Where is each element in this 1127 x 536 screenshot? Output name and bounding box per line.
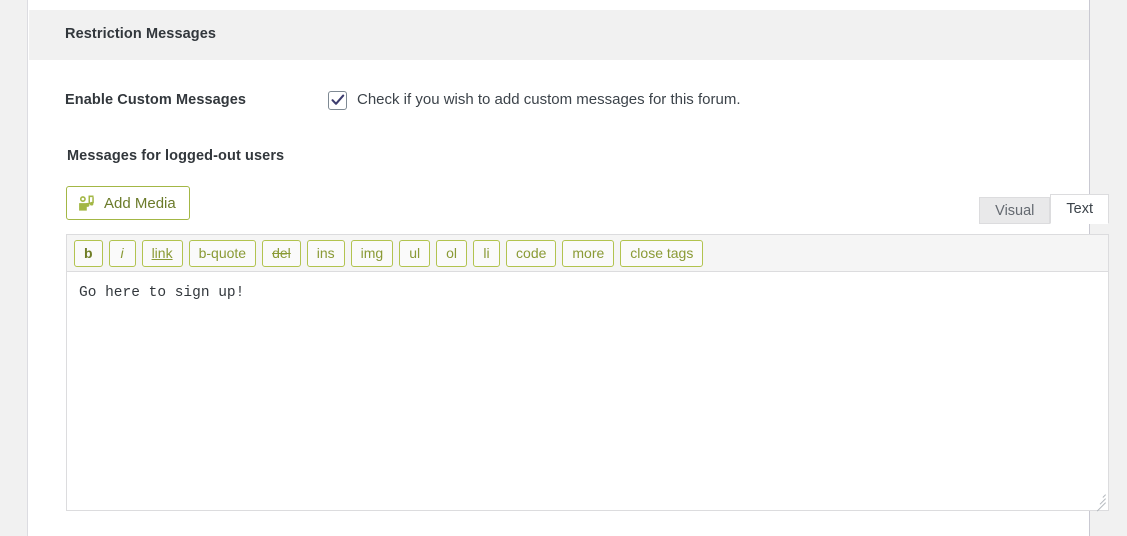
messages-logged-out-label: Messages for logged-out users — [67, 148, 284, 164]
enable-custom-messages-row: Enable Custom Messages Check if you wish… — [28, 88, 1089, 120]
settings-panel: Restriction Messages Enable Custom Messa… — [27, 0, 1090, 536]
quicktag-button-link[interactable]: link — [142, 240, 183, 267]
enable-custom-messages-label: Enable Custom Messages — [65, 92, 246, 108]
wp-editor: Add Media Visual Text bilinkb-quotedelin… — [66, 186, 1109, 526]
quicktag-button-close-tags[interactable]: close tags — [620, 240, 703, 267]
tab-text[interactable]: Text — [1050, 194, 1109, 224]
quicktag-button-code[interactable]: code — [506, 240, 556, 267]
page-title: Restriction Messages — [65, 26, 216, 42]
tab-visual-label: Visual — [995, 203, 1034, 219]
quicktag-button-b[interactable]: b — [74, 240, 103, 267]
enable-custom-messages-description: Check if you wish to add custom messages… — [357, 91, 741, 108]
quicktag-button-b-quote[interactable]: b-quote — [189, 240, 256, 267]
editor-mode-tabs: Visual Text — [979, 193, 1109, 224]
tab-visual[interactable]: Visual — [979, 197, 1050, 224]
add-media-label: Add Media — [104, 195, 176, 212]
quicktag-button-i[interactable]: i — [109, 240, 136, 267]
media-camera-icon — [77, 194, 96, 213]
add-media-button[interactable]: Add Media — [66, 186, 190, 220]
quicktag-button-li[interactable]: li — [473, 240, 500, 267]
enable-custom-messages-checkbox[interactable] — [328, 91, 347, 110]
quicktags-toolbar: bilinkb-quotedelinsimgulollicodemoreclos… — [66, 234, 1109, 272]
message-textarea[interactable] — [66, 271, 1109, 511]
tab-text-label: Text — [1066, 201, 1093, 217]
quicktag-button-more[interactable]: more — [562, 240, 614, 267]
quicktag-button-ul[interactable]: ul — [399, 240, 430, 267]
section-header: Restriction Messages — [29, 10, 1089, 60]
checkbox-checked-icon — [330, 92, 346, 108]
quicktag-button-ol[interactable]: ol — [436, 240, 467, 267]
quicktag-button-ins[interactable]: ins — [307, 240, 345, 267]
quicktag-button-img[interactable]: img — [351, 240, 394, 267]
quicktag-button-del[interactable]: del — [262, 240, 301, 267]
